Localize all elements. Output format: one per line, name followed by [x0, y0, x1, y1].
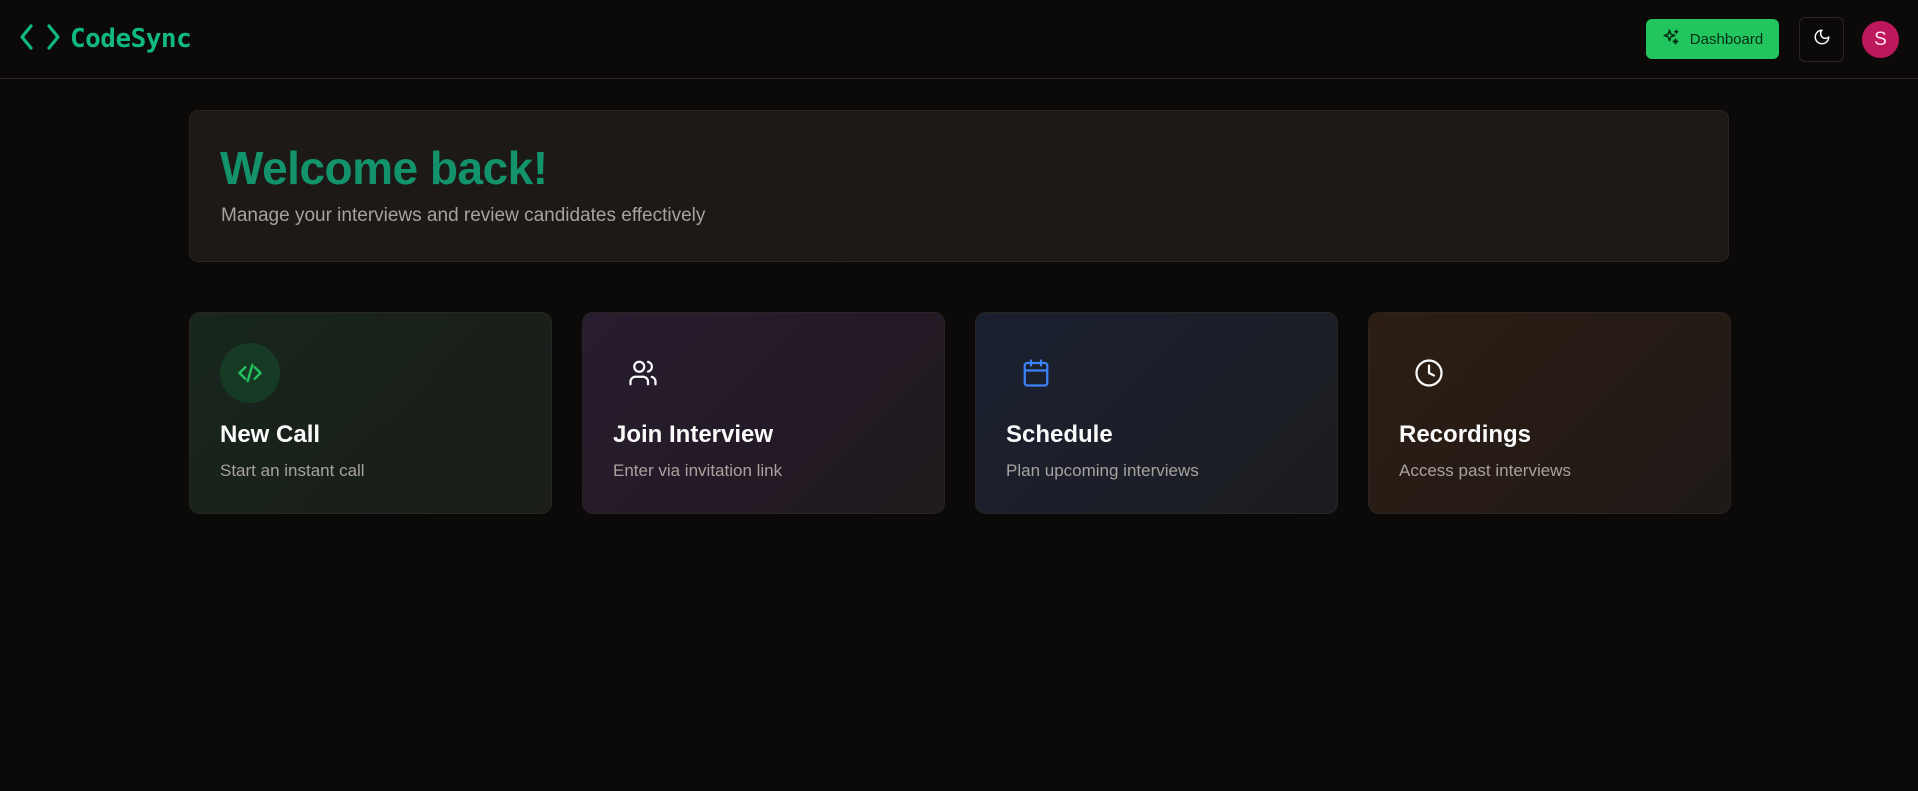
brand-name: CodeSync: [70, 24, 192, 54]
card-title: Recordings: [1399, 421, 1532, 448]
welcome-subtitle: Manage your interviews and review candid…: [221, 205, 706, 226]
card-description: Access past interviews: [1399, 461, 1571, 480]
clock-icon: [1399, 343, 1459, 403]
card-title: New Call: [220, 421, 321, 448]
sparkles-icon: [1662, 28, 1680, 50]
card-description: Plan upcoming interviews: [1006, 461, 1199, 480]
users-icon: [613, 343, 673, 403]
card-title: Join Interview: [613, 421, 774, 448]
code-icon: [220, 343, 280, 403]
schedule-card[interactable]: Schedule Plan upcoming interviews: [975, 312, 1338, 514]
code-brackets-icon: [20, 22, 60, 57]
join-interview-card[interactable]: Join Interview Enter via invitation link: [582, 312, 945, 514]
brand-logo[interactable]: CodeSync: [20, 22, 192, 57]
moon-icon: [1813, 28, 1831, 51]
card-title: Schedule: [1006, 421, 1113, 448]
dashboard-button[interactable]: Dashboard: [1646, 19, 1779, 59]
user-avatar[interactable]: S: [1862, 21, 1899, 58]
dashboard-button-label: Dashboard: [1689, 30, 1764, 48]
card-description: Enter via invitation link: [613, 461, 783, 480]
top-navbar: CodeSync Dashboard S: [0, 0, 1918, 79]
welcome-title: Welcome back!: [220, 142, 548, 194]
new-call-card[interactable]: New Call Start an instant call: [189, 312, 552, 514]
recordings-card[interactable]: Recordings Access past interviews: [1368, 312, 1731, 514]
card-description: Start an instant call: [220, 461, 365, 480]
welcome-banner: Welcome back! Manage your interviews and…: [189, 110, 1729, 262]
calendar-icon: [1006, 343, 1066, 403]
theme-toggle-button[interactable]: [1799, 17, 1844, 62]
